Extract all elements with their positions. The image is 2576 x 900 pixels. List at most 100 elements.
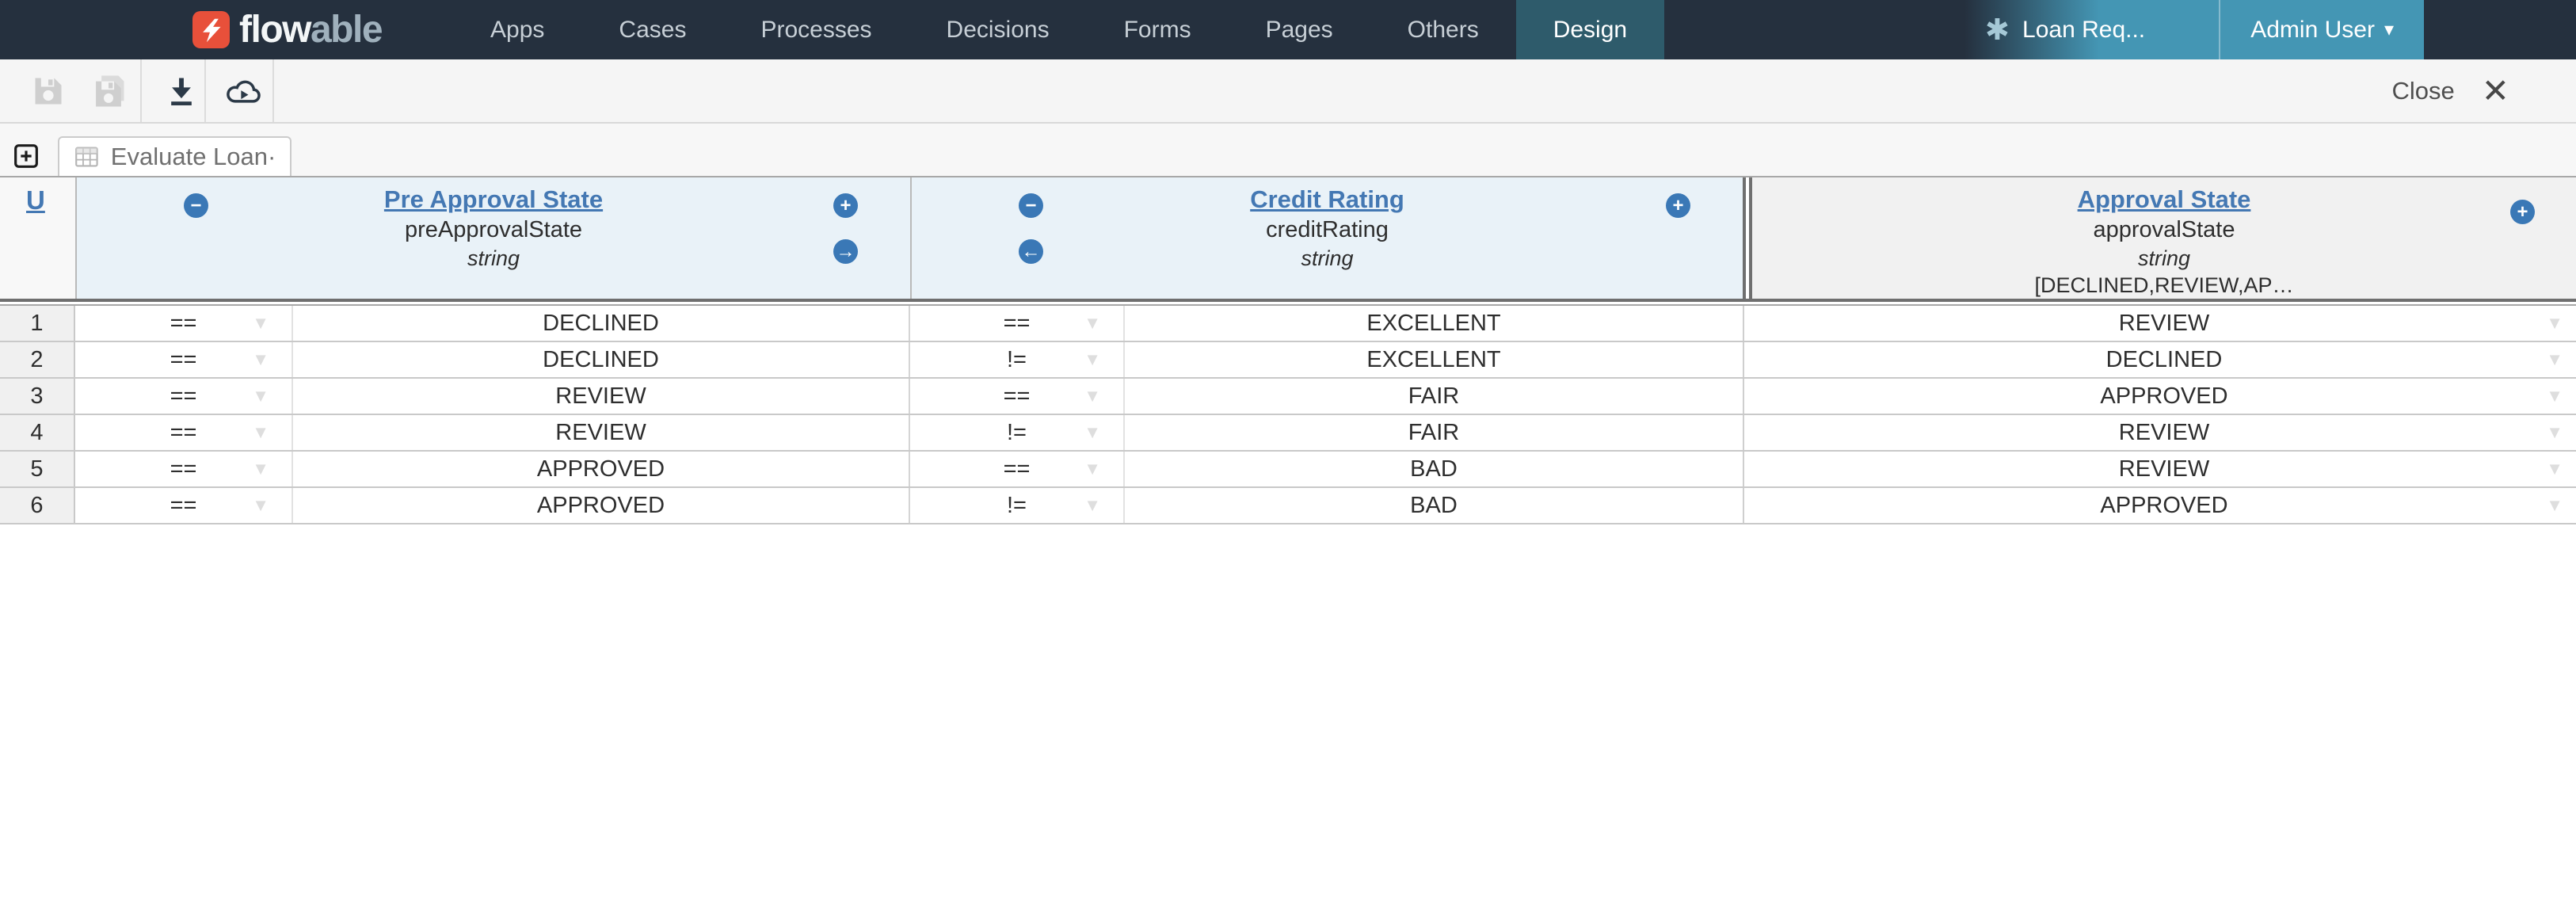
user-menu[interactable]: Admin User ▾ xyxy=(2220,0,2424,59)
decision-table-header: U − + → Pre Approval State preApprovalSt… xyxy=(0,177,2576,298)
remove-column-button[interactable]: − xyxy=(184,193,208,218)
app-asterisk-icon: ✱ xyxy=(1985,13,2010,47)
header-body-separator xyxy=(0,298,2576,306)
add-column-button[interactable]: + xyxy=(2510,200,2535,224)
nav-item-apps[interactable]: Apps xyxy=(453,0,581,59)
move-column-right-button[interactable]: → xyxy=(833,239,858,264)
caret-down-icon: ▼ xyxy=(2546,349,2563,370)
rule-value-cell[interactable]: FAIR xyxy=(1125,379,1743,414)
add-column-button[interactable]: + xyxy=(1666,193,1690,218)
cloud-play-icon xyxy=(223,74,265,109)
save-all-button[interactable] xyxy=(82,59,135,122)
operator-value: == xyxy=(170,456,197,482)
input-column-header-credit-rating: − ← + Credit Rating creditRating string xyxy=(910,177,1743,299)
column-title-link[interactable]: Approval State xyxy=(1752,184,2576,215)
caret-down-icon: ▼ xyxy=(1084,495,1101,516)
operator-value: != xyxy=(1007,347,1027,373)
table-row: 2 ==▼ DECLINED !=▼ EXCELLENT DECLINED▼ xyxy=(0,342,2576,379)
main-menu: Apps Cases Processes Decisions Forms Pag… xyxy=(453,0,1664,59)
rule-operator-cell[interactable]: !=▼ xyxy=(910,415,1125,450)
rule-output-cell[interactable]: REVIEW▼ xyxy=(1752,306,2576,341)
rule-output-cell[interactable]: APPROVED▼ xyxy=(1752,488,2576,523)
output-value: REVIEW xyxy=(2119,311,2209,337)
rule-operator-cell[interactable]: ==▼ xyxy=(75,306,293,341)
caret-down-icon: ▼ xyxy=(2546,386,2563,406)
column-variable: preApprovalState xyxy=(77,215,910,245)
rule-operator-cell[interactable]: !=▼ xyxy=(910,342,1125,377)
user-menu-label: Admin User xyxy=(2250,17,2375,44)
rule-value-cell[interactable]: APPROVED xyxy=(293,488,910,523)
rule-value-cell[interactable]: DECLINED xyxy=(293,342,910,377)
new-tab-button[interactable] xyxy=(13,143,39,169)
rule-output-cell[interactable]: APPROVED▼ xyxy=(1752,379,2576,414)
download-button[interactable] xyxy=(155,59,208,122)
row-section-spacer xyxy=(1743,415,1752,450)
rule-value-cell[interactable]: EXCELLENT xyxy=(1125,306,1743,341)
remove-column-button[interactable]: − xyxy=(1019,193,1043,218)
table-row: 5 ==▼ APPROVED ==▼ BAD REVIEW▼ xyxy=(0,452,2576,488)
flowable-wordmark: flowable xyxy=(239,0,382,59)
navbar-right-badge: ✱ Loan Req... Admin User ▾ xyxy=(1964,0,2424,59)
caret-down-icon: ▼ xyxy=(252,349,269,370)
nav-item-others[interactable]: Others xyxy=(1370,0,1516,59)
caret-down-icon: ▼ xyxy=(2546,422,2563,443)
rule-operator-cell[interactable]: ==▼ xyxy=(75,379,293,414)
rule-output-cell[interactable]: DECLINED ▼ xyxy=(1752,342,2576,377)
caret-down-icon: ▼ xyxy=(2546,495,2563,516)
nav-item-decisions[interactable]: Decisions xyxy=(909,0,1087,59)
caret-down-icon: ▼ xyxy=(1084,422,1101,443)
publish-button[interactable] xyxy=(215,59,272,122)
caret-down-icon: ▼ xyxy=(1084,459,1101,479)
rule-operator-cell[interactable]: ==▼ xyxy=(75,342,293,377)
rule-value-cell[interactable]: APPROVED xyxy=(293,452,910,486)
rule-output-cell[interactable]: REVIEW▼ xyxy=(1752,415,2576,450)
rule-operator-cell[interactable]: ==▼ xyxy=(910,306,1125,341)
hit-policy-link[interactable]: U xyxy=(26,185,45,215)
caret-down-icon: ▼ xyxy=(252,422,269,443)
rule-output-cell[interactable]: REVIEW▼ xyxy=(1752,452,2576,486)
tab-label: Evaluate Loan··· xyxy=(111,143,274,171)
save-button[interactable] xyxy=(22,59,74,122)
input-output-separator xyxy=(1743,177,1752,299)
close-button[interactable]: Close ✕ xyxy=(2392,59,2509,122)
rule-value-cell[interactable]: REVIEW xyxy=(293,415,910,450)
operator-value: == xyxy=(1004,456,1031,482)
flowable-logo: flowable xyxy=(192,0,382,59)
rule-value-cell[interactable]: EXCELLENT xyxy=(1125,342,1743,377)
plus-square-icon xyxy=(13,143,39,169)
nav-item-forms[interactable]: Forms xyxy=(1087,0,1229,59)
output-value: DECLINED xyxy=(2106,347,2223,373)
current-app-label: Loan Req... xyxy=(2022,17,2145,44)
nav-item-design[interactable]: Design xyxy=(1516,0,1664,59)
current-app-badge[interactable]: ✱ Loan Req... xyxy=(1964,0,2219,59)
rule-operator-cell[interactable]: ==▼ xyxy=(75,415,293,450)
operator-value: == xyxy=(170,493,197,519)
rule-value-cell[interactable]: BAD xyxy=(1125,488,1743,523)
close-icon: ✕ xyxy=(2482,74,2509,108)
top-navbar: flowable Apps Cases Processes Decisions … xyxy=(0,0,2576,59)
save-icon xyxy=(31,74,66,109)
table-row: 1 ==▼ DECLINED ==▼ EXCELLENT REVIEW▼ xyxy=(0,306,2576,342)
rule-value-cell[interactable]: DECLINED xyxy=(293,306,910,341)
rule-operator-cell[interactable]: ==▼ xyxy=(910,379,1125,414)
flowable-logo-icon xyxy=(192,11,230,48)
nav-item-cases[interactable]: Cases xyxy=(581,0,723,59)
add-column-button[interactable]: + xyxy=(833,193,858,218)
rule-operator-cell[interactable]: == ▼ xyxy=(910,452,1125,486)
rule-value-cell[interactable]: REVIEW xyxy=(293,379,910,414)
nav-item-pages[interactable]: Pages xyxy=(1229,0,1370,59)
rule-operator-cell[interactable]: !=▼ xyxy=(910,488,1125,523)
rule-value-cell[interactable]: FAIR xyxy=(1125,415,1743,450)
rule-operator-cell[interactable]: ==▼ xyxy=(75,488,293,523)
rule-value-cell[interactable]: BAD xyxy=(1125,452,1743,486)
move-column-left-button[interactable]: ← xyxy=(1019,239,1043,264)
download-icon xyxy=(164,74,199,109)
nav-item-processes[interactable]: Processes xyxy=(723,0,909,59)
rule-operator-cell[interactable]: ==▼ xyxy=(75,452,293,486)
row-section-spacer xyxy=(1743,452,1752,486)
operator-value: == xyxy=(1004,383,1031,410)
row-section-spacer xyxy=(1743,306,1752,341)
tab-evaluate-loan[interactable]: Evaluate Loan··· xyxy=(58,136,292,176)
table-row: 4 ==▼ REVIEW !=▼ FAIR REVIEW▼ xyxy=(0,415,2576,452)
column-variable: approvalState xyxy=(1752,215,2576,245)
